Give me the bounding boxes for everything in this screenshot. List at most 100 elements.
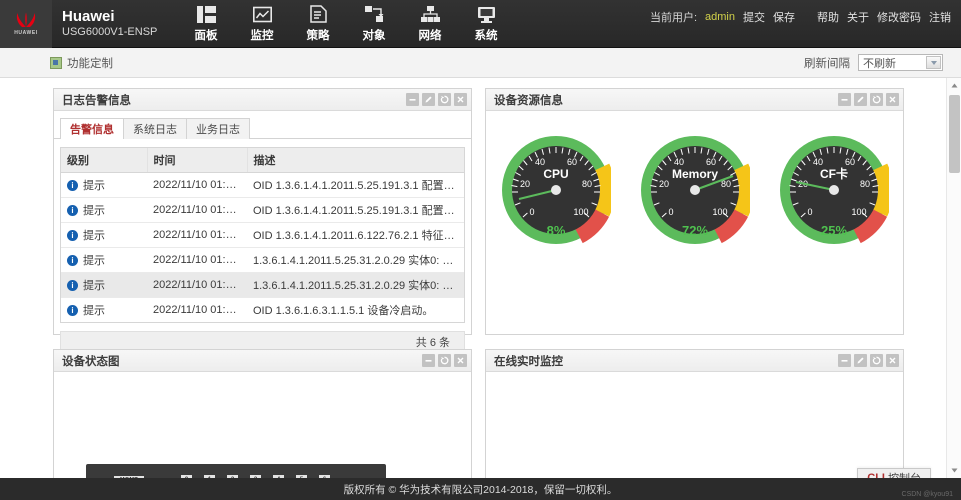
table-row[interactable]: i提示 2022/11/10 01:31:15 1.3.6.1.4.1.2011… — [61, 248, 464, 273]
nav-label-system: 系统 — [475, 27, 498, 43]
nav-item-system[interactable]: 系统 — [458, 0, 514, 48]
change-password-link[interactable]: 修改密码 — [877, 9, 921, 25]
svg-text:40: 40 — [673, 157, 683, 167]
col-level: 级别 — [61, 148, 147, 173]
customize-icon — [50, 57, 62, 69]
refresh-icon[interactable] — [438, 354, 451, 367]
cell-time: 2022/11/10 01:43:33 — [147, 198, 247, 223]
chevron-down-icon[interactable] — [926, 56, 941, 69]
cell-time: 2022/11/10 01:43:43 — [147, 173, 247, 198]
svg-text:40: 40 — [812, 157, 822, 167]
close-icon[interactable] — [454, 354, 467, 367]
level-text: 提示 — [83, 202, 105, 218]
minimize-icon[interactable] — [422, 354, 435, 367]
system-icon — [477, 4, 496, 24]
edit-icon[interactable] — [854, 93, 867, 106]
panel-online-monitor-title: 在线实时监控 — [494, 353, 563, 369]
panel-log-alarm-body: 告警信息 系统日志 业务日志 级别 时间 描述 — [54, 118, 471, 353]
refresh-icon[interactable] — [438, 93, 451, 106]
info-icon: i — [67, 205, 78, 216]
cell-time: 2022/11/10 01:32:46 — [147, 223, 247, 248]
logo-wordmark: HUAWEI — [14, 30, 38, 36]
panel-icon — [197, 4, 216, 24]
nav-label-monitor: 监控 — [251, 27, 274, 43]
nav-item-object[interactable]: 对象 — [346, 0, 402, 48]
panel-device-resource: 设备资源信息 — [485, 88, 904, 335]
table-row[interactable]: i提示 2022/11/10 01:32:46 OID 1.3.6.1.4.1.… — [61, 223, 464, 248]
level-text: 提示 — [83, 227, 105, 243]
minimize-icon[interactable] — [838, 93, 851, 106]
close-icon[interactable] — [454, 93, 467, 106]
svg-text:0: 0 — [668, 207, 673, 217]
gauge-row: 40 60 20 80 0 100 CPU 8% — [486, 111, 903, 245]
panel-device-resource-header: 设备资源信息 — [486, 89, 903, 111]
vertical-scrollbar[interactable] — [946, 78, 961, 478]
table-row[interactable]: i提示 2022/11/10 01:30:55 1.3.6.1.4.1.2011… — [61, 273, 464, 298]
customize-group[interactable]: 功能定制 — [50, 55, 113, 71]
help-link[interactable]: 帮助 — [817, 9, 839, 25]
svg-text:0: 0 — [807, 207, 812, 217]
refresh-interval-select[interactable]: 不刷新 — [858, 54, 943, 71]
tab-system-log[interactable]: 系统日志 — [123, 118, 187, 139]
panel-online-monitor-buttons — [838, 354, 899, 367]
app-root: HUAWEI Huawei USG6000V1-ENSP 面板 监控 — [0, 0, 961, 500]
scroll-down-icon[interactable] — [947, 463, 961, 478]
log-table-wrapper: 级别 时间 描述 i提示 2022/11/10 01:43:43 OID 1.3… — [60, 147, 465, 323]
cell-level: i提示 — [61, 223, 147, 248]
table-row[interactable]: i提示 2022/11/10 01:43:33 OID 1.3.6.1.4.1.… — [61, 198, 464, 223]
level-text: 提示 — [83, 252, 105, 268]
brand-name: Huawei — [62, 8, 172, 25]
brand-block: Huawei USG6000V1-ENSP — [52, 0, 172, 47]
submit-link[interactable]: 提交 — [743, 9, 765, 25]
table-row[interactable]: i提示 2022/11/10 01:29:46 OID 1.3.6.1.6.3.… — [61, 298, 464, 323]
table-header-row: 级别 时间 描述 — [61, 148, 464, 173]
refresh-icon[interactable] — [870, 354, 883, 367]
log-table: 级别 时间 描述 i提示 2022/11/10 01:43:43 OID 1.3… — [61, 148, 464, 322]
tab-alarm-info[interactable]: 告警信息 — [60, 118, 124, 139]
policy-icon — [310, 4, 327, 24]
panel-log-alarm-title: 日志告警信息 — [62, 92, 131, 108]
refresh-icon[interactable] — [870, 93, 883, 106]
log-tabs: 告警信息 系统日志 业务日志 — [60, 118, 471, 139]
level-text: 提示 — [83, 277, 105, 293]
table-row[interactable]: i提示 2022/11/10 01:43:43 OID 1.3.6.1.4.1.… — [61, 173, 464, 198]
panel-online-monitor: 在线实时监控 — [485, 349, 904, 478]
nav-label-object: 对象 — [363, 27, 386, 43]
tab-service-log[interactable]: 业务日志 — [186, 118, 250, 139]
panel-device-status-title: 设备状态图 — [62, 353, 120, 369]
dashboard-content: 日志告警信息 告警信息 系统日志 业务日志 — [0, 78, 961, 478]
scroll-up-icon[interactable] — [947, 78, 961, 93]
panel-online-monitor-body — [486, 372, 903, 478]
logout-link[interactable]: 注销 — [929, 9, 951, 25]
nav-item-panel[interactable]: 面板 — [178, 0, 234, 48]
info-icon: i — [67, 255, 78, 266]
svg-text:80: 80 — [859, 179, 869, 189]
cell-time: 2022/11/10 01:29:46 — [147, 298, 247, 323]
minimize-icon[interactable] — [838, 354, 851, 367]
nav-item-monitor[interactable]: 监控 — [234, 0, 290, 48]
top-right-links: 当前用户: admin 提交 保存 帮助 关于 修改密码 注销 — [650, 0, 961, 47]
close-icon[interactable] — [886, 354, 899, 367]
minimize-icon[interactable] — [406, 93, 419, 106]
tab-alarm-info-label: 告警信息 — [70, 121, 114, 137]
device-front-panel-image[interactable]: MGMT 0 1 2 3 4 5 6 — [86, 464, 386, 478]
scrollbar-thumb[interactable] — [949, 95, 960, 173]
edit-icon[interactable] — [422, 93, 435, 106]
brand-model: USG6000V1-ENSP — [62, 25, 172, 39]
gauge-cpu-value: 8% — [546, 223, 565, 238]
edit-icon[interactable] — [854, 354, 867, 367]
level-text: 提示 — [83, 302, 105, 318]
nav-item-policy[interactable]: 策略 — [290, 0, 346, 48]
panel-log-alarm: 日志告警信息 告警信息 系统日志 业务日志 — [53, 88, 472, 335]
nav-label-panel: 面板 — [195, 27, 218, 43]
close-icon[interactable] — [886, 93, 899, 106]
save-link[interactable]: 保存 — [773, 9, 795, 25]
nav-item-network[interactable]: 网络 — [402, 0, 458, 48]
info-icon: i — [67, 305, 78, 316]
about-link[interactable]: 关于 — [847, 9, 869, 25]
panel-device-resource-title: 设备资源信息 — [494, 92, 563, 108]
cell-desc: 1.3.6.1.4.1.2011.5.25.31.2.0.29 实体0: SPU… — [247, 273, 464, 298]
panel-log-alarm-buttons — [406, 93, 467, 106]
tab-system-log-label: 系统日志 — [133, 121, 177, 137]
refresh-group: 刷新间隔 不刷新 — [804, 54, 961, 71]
